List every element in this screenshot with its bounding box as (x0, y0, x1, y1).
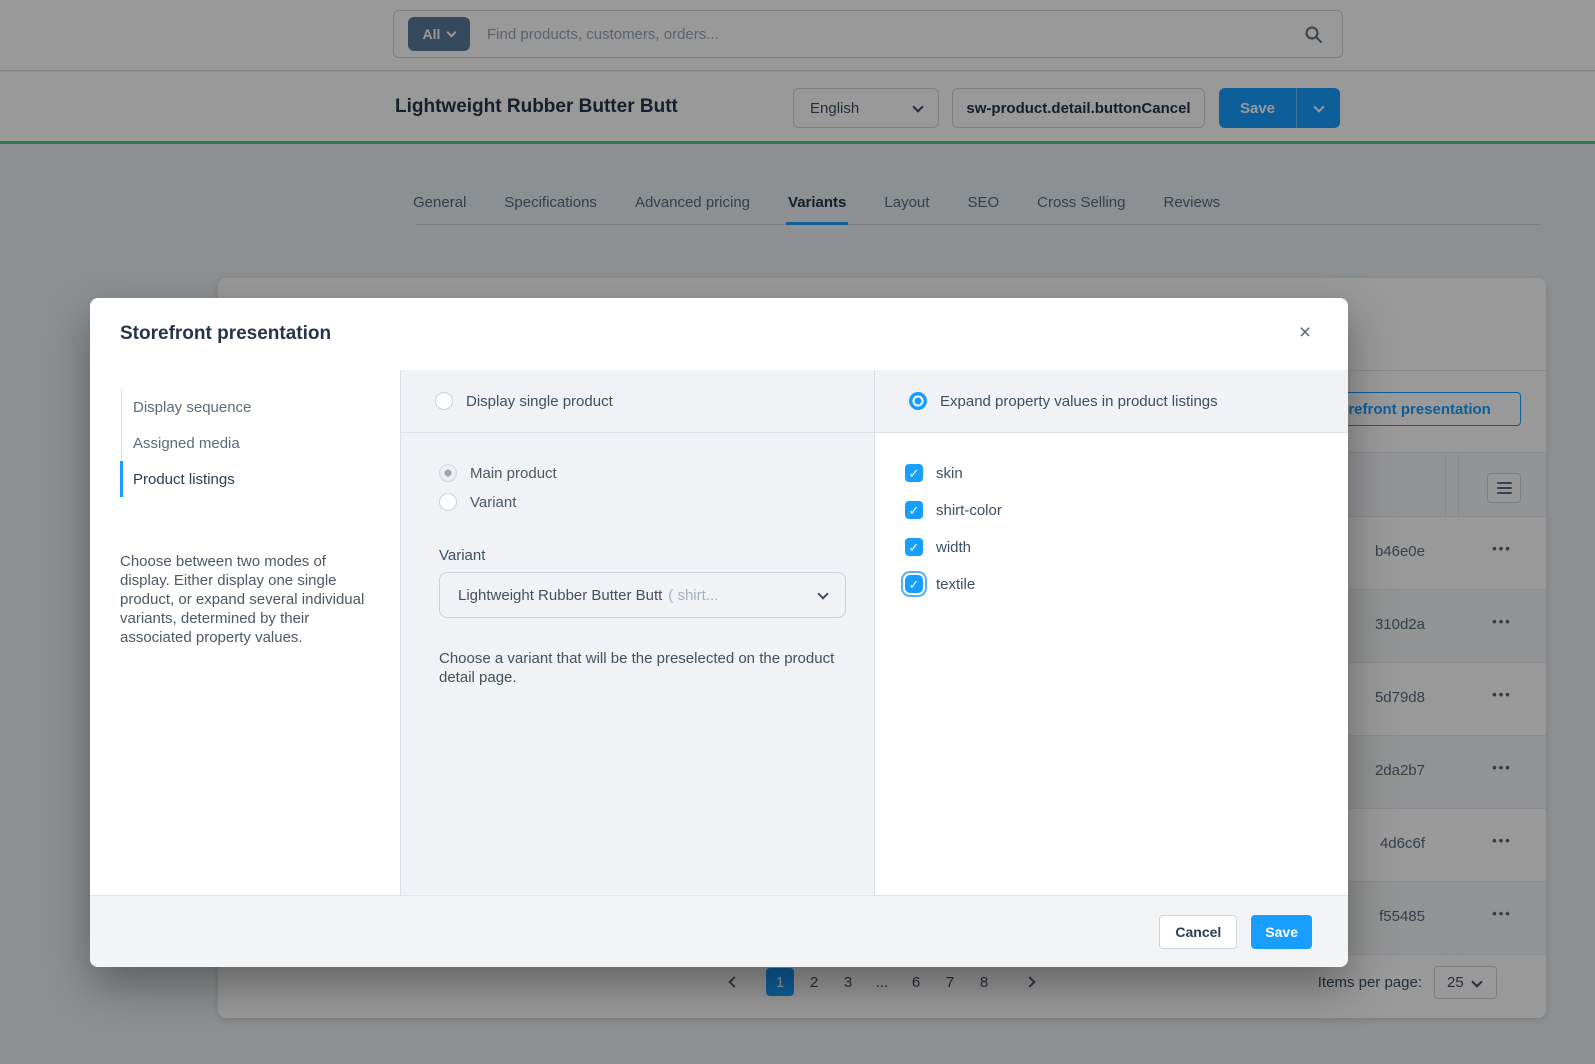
modal-save-button[interactable]: Save (1251, 915, 1312, 949)
single-product-section: Display single product Main product Vari… (400, 370, 875, 895)
variant-select-suffix: ( shirt... (668, 587, 718, 604)
mode-description: Choose between two modes of display. Eit… (120, 552, 378, 647)
variant-option-label: Variant (470, 494, 516, 511)
property-row-width: ✓ width (905, 538, 1348, 556)
nav-item-display-sequence[interactable]: Display sequence (122, 389, 400, 425)
modal-footer: Cancel Save (90, 895, 1348, 967)
checkbox-skin[interactable]: ✓ (905, 464, 923, 482)
radio-variant[interactable] (439, 493, 457, 511)
variant-help-text: Choose a variant that will be the presel… (439, 649, 839, 687)
nav-item-product-listings[interactable]: Product listings (120, 461, 400, 497)
expand-mode-label: Expand property values in product listin… (940, 393, 1218, 410)
single-product-options: Main product Variant Variant Lightweight… (401, 433, 874, 687)
checkbox-textile[interactable]: ✓ (905, 575, 923, 593)
nav-item-assigned-media[interactable]: Assigned media (122, 425, 400, 461)
property-list: ✓ skin ✓ shirt-color ✓ width ✓ textile (875, 433, 1348, 593)
single-product-mode-row: Display single product (401, 370, 874, 433)
modal-body: Display sequence Assigned media Product … (90, 370, 1348, 895)
expand-properties-section: Expand property values in product listin… (875, 370, 1348, 895)
modal-sidebar: Display sequence Assigned media Product … (90, 370, 400, 895)
screen: All Find products, customers, orders... … (0, 0, 1595, 1064)
single-product-mode-label: Display single product (466, 393, 613, 410)
checkbox-width[interactable]: ✓ (905, 538, 923, 556)
variant-select-value: Lightweight Rubber Butter Butt (458, 587, 662, 604)
check-icon: ✓ (909, 467, 920, 480)
main-product-option: Main product (439, 464, 844, 482)
chevron-down-icon (817, 588, 828, 599)
modal-header: Storefront presentation × (90, 298, 1348, 370)
modal-nav: Display sequence Assigned media Product … (121, 389, 400, 497)
property-label: textile (936, 576, 975, 593)
property-label: skin (936, 465, 963, 482)
storefront-presentation-modal: Storefront presentation × Display sequen… (90, 298, 1348, 967)
expand-mode-row: Expand property values in product listin… (875, 370, 1348, 433)
radio-expand-property-values[interactable] (909, 392, 927, 410)
main-product-label: Main product (470, 465, 557, 482)
modal-cancel-button[interactable]: Cancel (1159, 915, 1237, 949)
property-label: shirt-color (936, 502, 1002, 519)
variant-option: Variant (439, 493, 844, 511)
property-row-shirt-color: ✓ shirt-color (905, 501, 1348, 519)
variant-field-label: Variant (439, 547, 844, 564)
radio-main-product[interactable] (439, 464, 457, 482)
radio-display-single-product[interactable] (435, 392, 453, 410)
close-icon[interactable]: × (1292, 320, 1318, 346)
check-icon: ✓ (909, 504, 920, 517)
check-icon: ✓ (909, 578, 920, 591)
checkbox-shirt-color[interactable]: ✓ (905, 501, 923, 519)
property-label: width (936, 539, 971, 556)
check-icon: ✓ (909, 541, 920, 554)
modal-title: Storefront presentation (120, 323, 331, 345)
property-row-skin: ✓ skin (905, 464, 1348, 482)
property-row-textile: ✓ textile (905, 575, 1348, 593)
variant-select[interactable]: Lightweight Rubber Butter Butt ( shirt..… (439, 572, 846, 618)
